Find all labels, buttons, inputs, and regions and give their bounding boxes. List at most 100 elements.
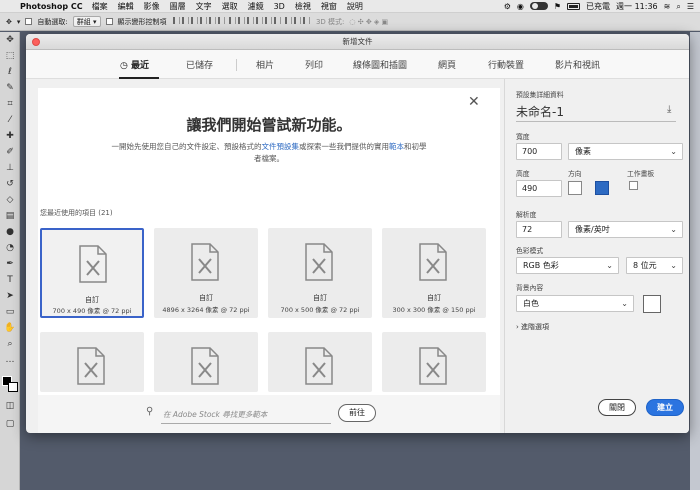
toggle-icon[interactable] — [529, 2, 548, 10]
templates-link[interactable]: 範本 — [389, 142, 404, 151]
background-contents-dropdown[interactable]: 白色 ⌄ — [516, 295, 634, 312]
move-tool-icon[interactable]: ✥ — [6, 18, 12, 26]
recent-item-tile[interactable] — [154, 332, 258, 392]
document-name-field[interactable]: 未命名-1 — [516, 103, 564, 120]
creative-cloud-icon[interactable]: ⚙ — [504, 0, 511, 13]
transform-controls-checkbox[interactable] — [105, 18, 113, 25]
dialog-title: 新增文件 — [342, 37, 373, 46]
gradient-tool-icon[interactable]: ▤ — [4, 210, 16, 222]
move-tool-icon[interactable]: ✥ — [4, 34, 16, 46]
shape-tool-icon[interactable]: ▭ — [4, 306, 16, 318]
auto-select-dropdown[interactable]: 群組 ▾ — [72, 16, 101, 27]
menu-type[interactable]: 文字 — [196, 0, 212, 13]
more-tools-icon[interactable]: … — [4, 354, 16, 366]
height-input[interactable]: 490 — [516, 180, 562, 197]
menu-3d[interactable]: 3D — [274, 0, 285, 13]
recent-item-tile[interactable] — [268, 332, 372, 392]
menu-filter[interactable]: 濾鏡 — [248, 0, 264, 13]
type-tool-icon[interactable]: T — [4, 274, 16, 286]
marquee-tool-icon[interactable]: ⬚ — [4, 50, 16, 62]
quick-select-tool-icon[interactable]: ✎ — [4, 82, 16, 94]
recent-item-tile[interactable] — [382, 332, 486, 392]
menu-image[interactable]: 影像 — [144, 0, 160, 13]
tab-web[interactable]: 網頁 — [438, 58, 456, 71]
tab-mobile[interactable]: 行動裝置 — [488, 58, 524, 71]
history-brush-tool-icon[interactable]: ↺ — [4, 178, 16, 190]
tab-film-video[interactable]: 影片和視訊 — [555, 58, 600, 71]
document-presets-link[interactable]: 文件預設集 — [262, 142, 300, 151]
chevron-down-icon: ⌄ — [670, 225, 677, 234]
notification-center-icon[interactable]: ☰ — [687, 0, 694, 13]
battery-icon[interactable] — [567, 2, 581, 10]
auto-select-checkbox[interactable] — [25, 18, 33, 25]
dismiss-welcome-close-icon[interactable]: ✕ — [468, 94, 480, 110]
dialog-titlebar: 新增文件 — [26, 34, 689, 50]
recent-item-tile[interactable]: 自訂 4896 x 3264 像素 @ 72 ppi — [154, 228, 258, 318]
stock-search-input[interactable]: 在 Adobe Stock 尋找更多範本 — [163, 409, 267, 420]
eyedropper-tool-icon[interactable]: ⁄ — [4, 114, 16, 126]
menu-app-name[interactable]: Photoshop CC — [20, 0, 83, 13]
tab-photo[interactable]: 相片 — [256, 58, 274, 71]
close-button[interactable]: 關閉 — [598, 399, 636, 416]
3d-tools-icon[interactable]: ◌ ✣ ✥ ◈ ▣ — [349, 18, 388, 26]
search-icon[interactable]: ⌕ — [676, 0, 680, 13]
menu-layer[interactable]: 圖層 — [170, 0, 186, 13]
create-button[interactable]: 建立 — [646, 399, 684, 416]
zoom-tool-icon[interactable]: ⌕ — [4, 338, 16, 350]
tab-recent-label: 最近 — [131, 61, 150, 71]
brush-tool-icon[interactable]: ✐ — [4, 146, 16, 158]
advanced-options-toggle[interactable]: › 進階選項 — [516, 322, 549, 332]
healing-tool-icon[interactable]: ✚ — [4, 130, 16, 142]
hand-tool-icon[interactable]: ✋ — [4, 322, 16, 334]
stock-go-button[interactable]: 前往 — [338, 404, 376, 422]
eye-icon[interactable]: ◉ — [517, 0, 524, 13]
recent-item-tile[interactable]: 自訂 700 x 500 像素 @ 72 ppi — [268, 228, 372, 318]
landscape-orientation-icon[interactable] — [595, 181, 609, 195]
tab-art-illustration[interactable]: 線條圖和插圖 — [353, 58, 407, 71]
screen-mode-icon[interactable]: ▢ — [4, 418, 16, 430]
crop-tool-icon[interactable]: ⌗ — [4, 98, 16, 110]
resolution-unit-dropdown[interactable]: 像素/英吋 ⌄ — [568, 221, 683, 238]
width-unit-dropdown[interactable]: 像素 ⌄ — [568, 143, 683, 160]
clock[interactable]: 週一 11:36 — [616, 0, 658, 13]
recent-item-tile[interactable]: 自訂 700 x 490 像素 @ 72 ppi — [40, 228, 144, 318]
artboards-label: 工作畫板 — [627, 170, 655, 178]
pen-tool-icon[interactable]: ✒ — [4, 258, 16, 270]
document-icon — [419, 243, 447, 281]
bit-depth-dropdown[interactable]: 8 位元 ⌄ — [626, 257, 683, 274]
flag-icon[interactable]: ⚑ — [554, 0, 561, 13]
window-close-dot-icon[interactable] — [32, 38, 40, 46]
recent-item-tile[interactable]: 自訂 300 x 300 像素 @ 150 ppi — [382, 228, 486, 318]
save-preset-icon[interactable]: ⤓ — [667, 104, 671, 115]
menu-file[interactable]: 檔案 — [92, 0, 108, 13]
menu-select[interactable]: 選取 — [222, 0, 238, 13]
stock-search-underline — [161, 423, 331, 424]
wifi-icon[interactable]: ≋ — [664, 0, 671, 13]
stamp-tool-icon[interactable]: ⊥ — [4, 162, 16, 174]
dropdown-chevron-icon[interactable]: ▾ — [17, 18, 21, 26]
background-color-swatch[interactable] — [643, 295, 661, 313]
portrait-orientation-icon[interactable] — [568, 181, 582, 195]
blur-tool-icon[interactable]: ● — [4, 226, 16, 238]
menu-edit[interactable]: 編輯 — [118, 0, 134, 13]
menu-window[interactable]: 視窗 — [321, 0, 337, 13]
eraser-tool-icon[interactable]: ◇ — [4, 194, 16, 206]
align-buttons[interactable] — [172, 17, 311, 26]
quick-mask-icon[interactable]: ◫ — [4, 400, 16, 412]
artboards-checkbox[interactable] — [629, 181, 638, 190]
resolution-input[interactable]: 72 — [516, 221, 562, 238]
tab-recent[interactable]: ◷ 最近 — [120, 58, 149, 71]
color-mode-dropdown[interactable]: RGB 色彩 ⌄ — [516, 257, 619, 274]
tab-saved[interactable]: 已儲存 — [186, 58, 213, 71]
path-select-tool-icon[interactable]: ➤ — [4, 290, 16, 302]
background-color-swatch[interactable] — [8, 382, 18, 392]
recent-item-tile[interactable] — [40, 332, 144, 392]
width-input[interactable]: 700 — [516, 143, 562, 160]
dodge-tool-icon[interactable]: ◔ — [4, 242, 16, 254]
document-icon — [77, 347, 105, 385]
recent-item-name: 自訂 — [85, 296, 99, 304]
menu-view[interactable]: 檢視 — [295, 0, 311, 13]
tab-print[interactable]: 列印 — [305, 58, 323, 71]
menu-help[interactable]: 說明 — [347, 0, 363, 13]
lasso-tool-icon[interactable]: ℓ — [4, 66, 16, 78]
